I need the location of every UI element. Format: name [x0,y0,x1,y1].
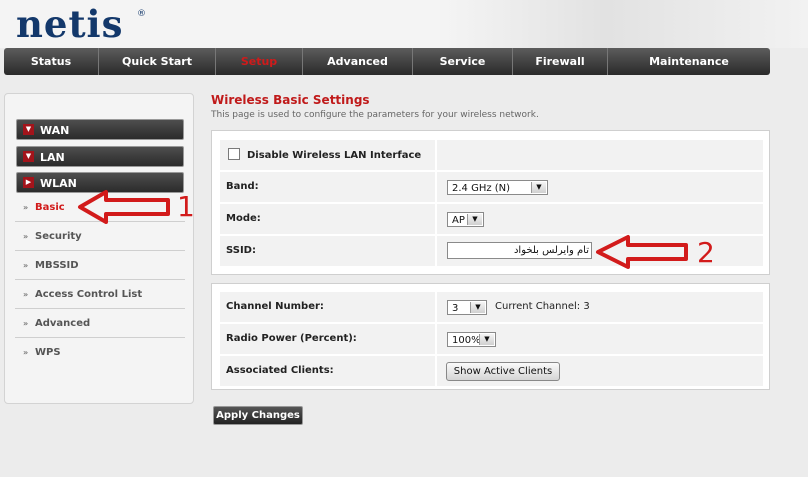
band-label: Band: [220,172,437,202]
dropdown-arrow-icon: ▼ [470,302,485,313]
annotation-number-1: 1 [177,190,195,223]
nav-advanced[interactable]: Advanced [303,48,413,75]
chevron-right-icon: ▶ [23,177,34,188]
sidebar-item-label: Access Control List [35,289,143,300]
bullet-icon: » [23,319,29,328]
disable-wlan-row: Disable Wireless LAN Interface [220,140,763,170]
radio-power-label: Radio Power (Percent): [220,324,437,354]
sidebar-item-wps[interactable]: » WPS [15,339,185,367]
sidebar-item-label: Security [35,231,82,242]
nav-firewall[interactable]: Firewall [513,48,608,75]
apply-changes-button[interactable]: Apply Changes [213,406,303,425]
mode-value: AP [452,215,465,226]
band-value: 2.4 GHz (N) [452,183,511,194]
sidebar-group-label: WAN [40,124,70,137]
annotation-arrow-1-path [78,190,170,224]
show-active-clients-button[interactable]: Show Active Clients [446,362,560,381]
mode-row: Mode: AP ▼ [220,204,763,234]
sidebar-group-lan[interactable]: ▼ LAN [16,146,184,167]
sidebar-item-label: Advanced [35,318,91,329]
dropdown-arrow-icon: ▼ [467,214,482,225]
associated-clients-label: Associated Clients: [220,356,437,386]
bullet-icon: » [23,348,29,357]
current-channel-text: Current Channel: 3 [495,301,590,312]
page-description: This page is used to configure the param… [211,110,539,120]
sidebar-item-label: MBSSID [35,260,79,271]
nav-maintenance[interactable]: Maintenance [608,48,770,75]
sidebar-item-mbssid[interactable]: » MBSSID [15,252,185,280]
bullet-icon: » [23,261,29,270]
mode-label: Mode: [220,204,437,234]
radio-power-select[interactable]: 100% ▼ [447,332,496,347]
annotation-arrow-2 [596,235,688,269]
page-title: Wireless Basic Settings [211,93,370,107]
main-nav: Status Quick Start Setup Advanced Servic… [4,48,770,75]
dropdown-arrow-icon: ▼ [531,182,546,193]
bullet-icon: » [23,290,29,299]
annotation-arrow-1 [78,190,170,224]
sidebar-group-label: WLAN [40,177,77,190]
annotation-number-2: 2 [697,236,715,269]
band-select[interactable]: 2.4 GHz (N) ▼ [447,180,548,195]
bullet-icon: » [23,232,29,241]
registered-mark: ® [137,9,146,19]
annotation-arrow-2-path [596,235,688,269]
nav-setup[interactable]: Setup [216,48,303,75]
ssid-input[interactable] [447,242,592,259]
channel-value: 3 [452,303,459,314]
dropdown-arrow-icon: ▼ [479,334,494,345]
nav-service[interactable]: Service [413,48,513,75]
chevron-down-icon: ▼ [23,151,34,162]
radio-power-value: 100% [452,335,481,346]
channel-label: Channel Number: [220,292,437,322]
disable-wlan-checkbox[interactable] [228,148,240,160]
sidebar-item-access-control-list[interactable]: » Access Control List [15,281,185,309]
associated-clients-row: Associated Clients: Show Active Clients [220,356,763,386]
band-row: Band: 2.4 GHz (N) ▼ [220,172,763,202]
sidebar-item-label: WPS [35,347,61,358]
header-bar: netis ® [0,0,808,48]
disable-wlan-label: Disable Wireless LAN Interface [220,140,437,170]
ssid-label: SSID: [220,236,437,266]
sidebar: ▼ WAN ▼ LAN ▶ WLAN » Basic » Security » … [4,93,194,404]
netis-logo: netis [16,2,124,46]
sidebar-group-label: LAN [40,151,65,164]
nav-status[interactable]: Status [4,48,99,75]
channel-settings-panel: Channel Number: 3 ▼ Current Channel: 3 R… [211,283,770,390]
nav-quick-start[interactable]: Quick Start [99,48,216,75]
sidebar-item-advanced[interactable]: » Advanced [15,310,185,338]
radio-power-row: Radio Power (Percent): 100% ▼ [220,324,763,354]
sidebar-item-security[interactable]: » Security [15,223,185,251]
mode-select[interactable]: AP ▼ [447,212,484,227]
channel-select[interactable]: 3 ▼ [447,300,487,315]
sidebar-group-wan[interactable]: ▼ WAN [16,119,184,140]
chevron-down-icon: ▼ [23,124,34,135]
sidebar-item-label: Basic [35,202,65,213]
channel-row: Channel Number: 3 ▼ Current Channel: 3 [220,292,763,322]
bullet-icon: » [23,203,29,212]
